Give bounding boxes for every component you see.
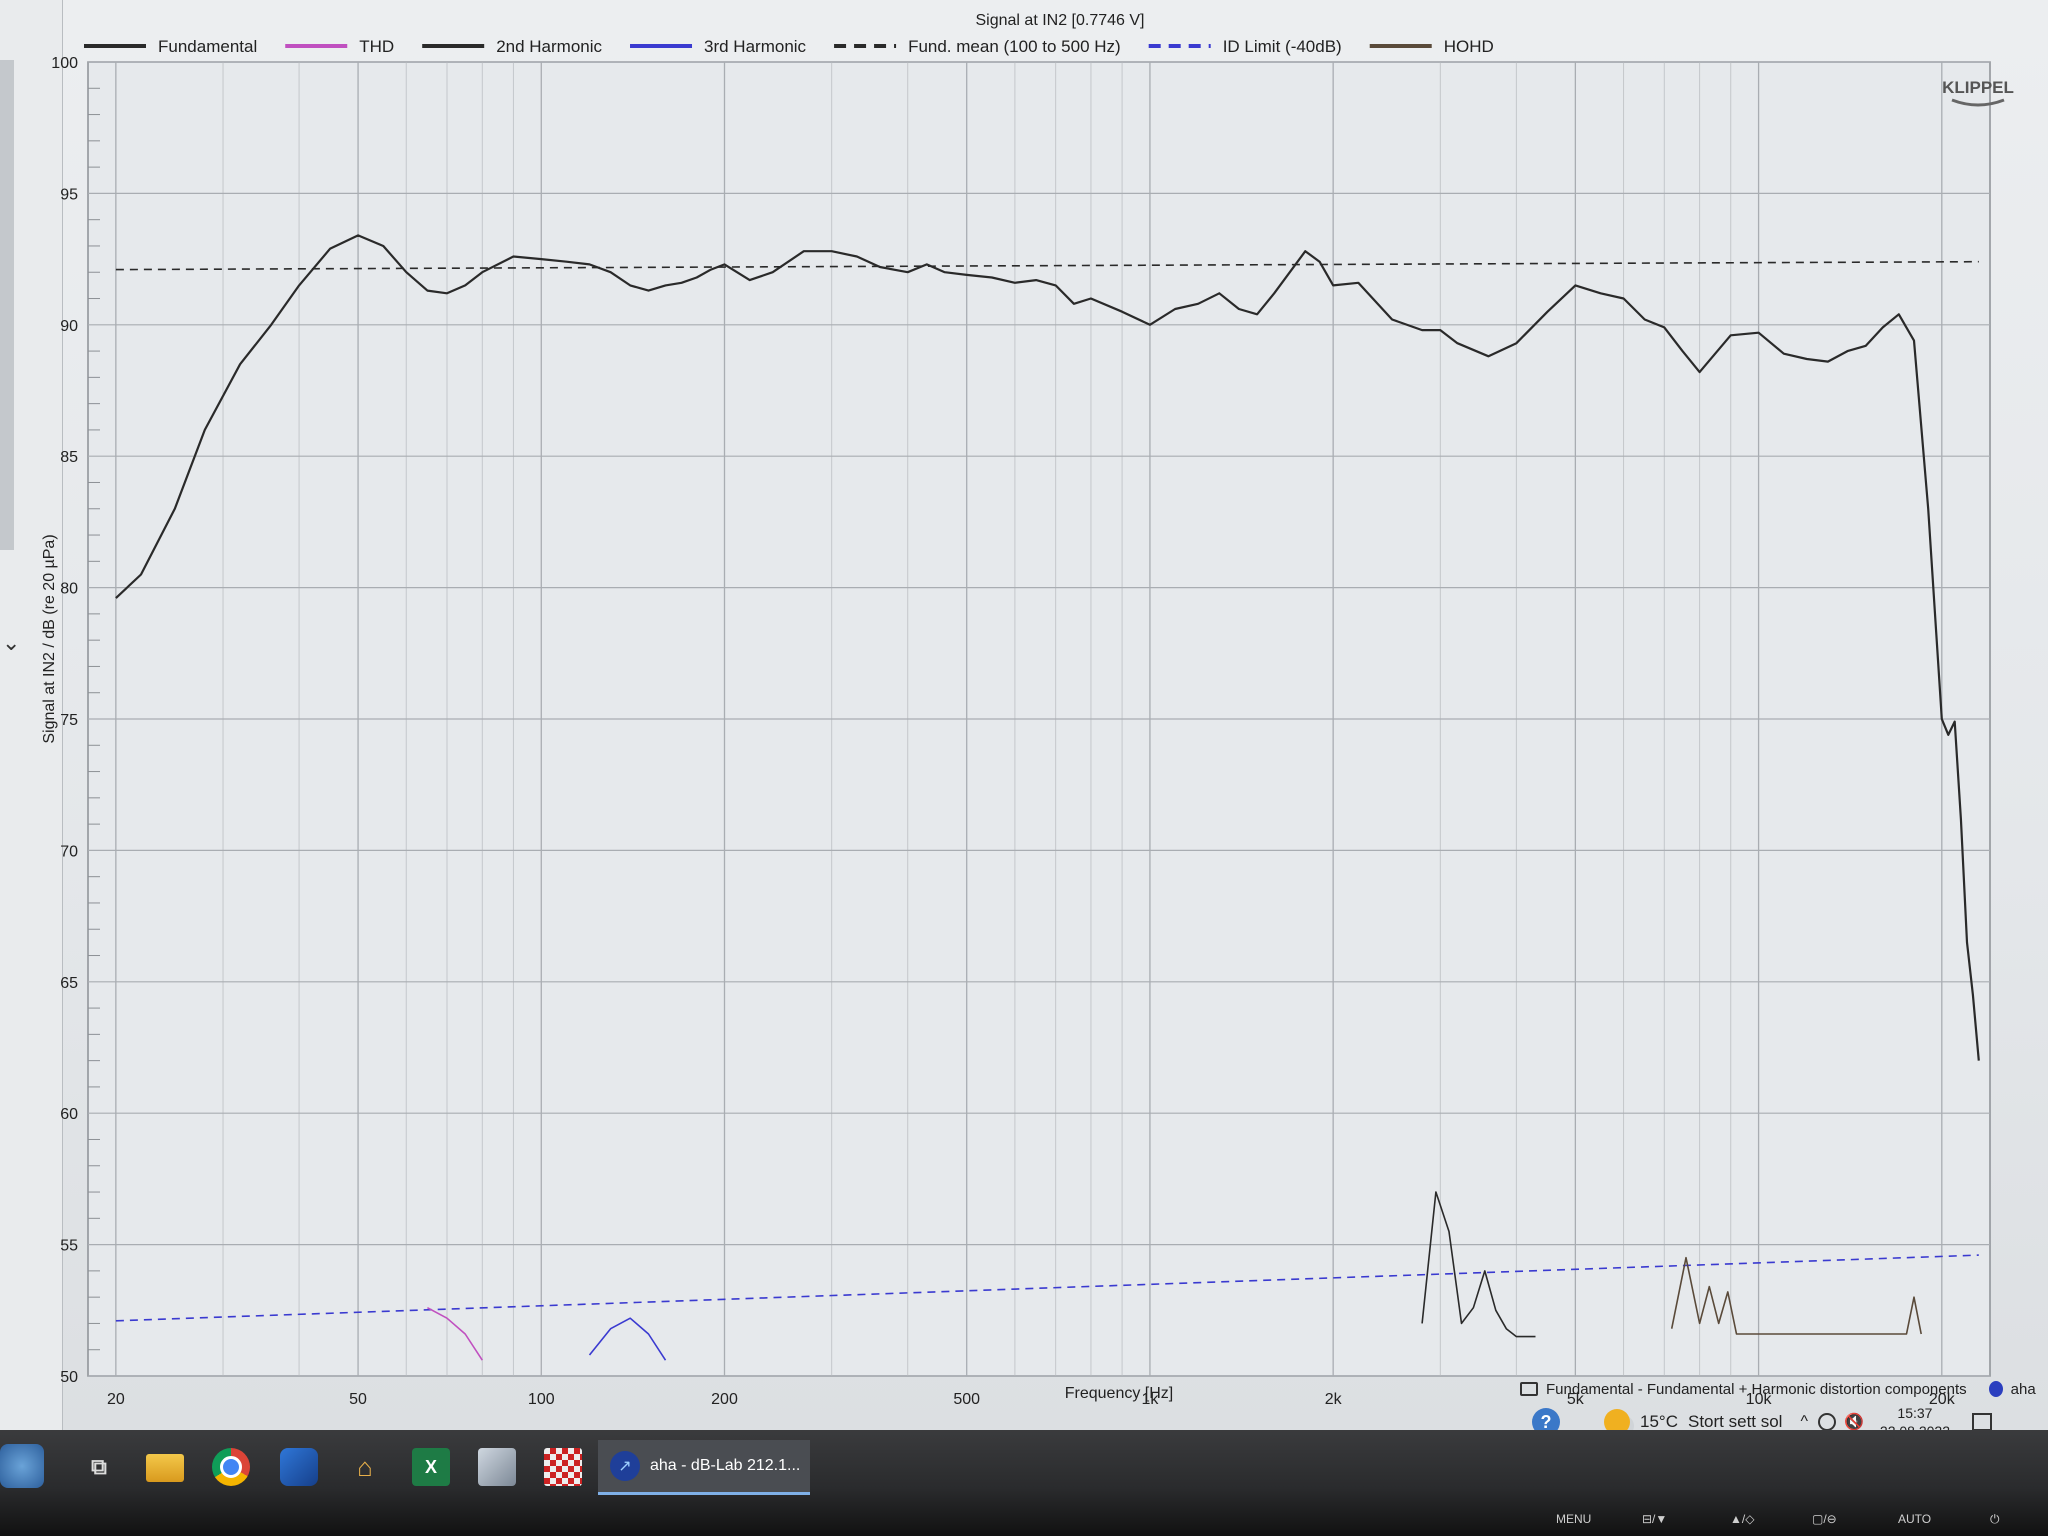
legend: Fundamental THD 2nd Harmonic 3rd Harmonic Fu… [84,37,1494,56]
x-tick-label: 20 [107,1391,125,1408]
active-task-button[interactable]: ↗ aha - dB-Lab 212.1... [598,1440,810,1495]
x-axis-label: Frequency [Hz] [1065,1385,1173,1402]
task-view-icon[interactable]: ⧉ [80,1448,118,1486]
aha-database-icon[interactable] [1988,1381,2003,1397]
grid [87,61,1991,1377]
x-tick-label: 100 [528,1391,555,1408]
file-explorer-icon[interactable] [146,1454,184,1482]
y-tick-label: 95 [60,186,78,203]
app-icon[interactable] [544,1448,582,1486]
legend-label: 2nd Harmonic [496,37,602,56]
notification-icon[interactable] [1971,1413,1992,1431]
start-button[interactable] [0,1444,44,1488]
weather-description[interactable]: Stort sett sol [1688,1412,1782,1432]
bezel-menu-button[interactable]: MENU [1556,1512,1591,1526]
volume-muted-icon[interactable]: 🔇 [1844,1412,1864,1432]
y-axis-label: Signal at IN2 / dB (re 20 µPa) [41,534,58,743]
bezel-power-button[interactable]: ⏻ [1990,1512,2000,1527]
y-tick-label: 50 [60,1369,78,1386]
folder-icon[interactable] [1520,1382,1538,1396]
y-tick-label: 75 [60,712,78,729]
chart-title: Signal at IN2 [0.7746 V] [976,12,1145,29]
x-tick-label: 500 [953,1391,980,1408]
app-icon[interactable]: ⌂ [346,1448,384,1486]
bezel-auto-button[interactable]: AUTO [1898,1512,1931,1526]
legend-label: 3rd Harmonic [704,37,807,56]
excel-icon[interactable]: X [412,1448,450,1486]
legend-label: Fundamental [158,37,257,56]
app-icon[interactable] [478,1448,516,1486]
svg-text:KLIPPEL: KLIPPEL [1942,78,2014,97]
monitor-bezel: MENU ⊟/▼ ▲/◇ ▢/⊖ AUTO ⏻ [0,1500,2048,1536]
active-task-label: aha - dB-Lab 212.1... [650,1457,801,1474]
y-tick-label: 85 [60,449,78,466]
x-tick-label: 2k [1325,1391,1343,1408]
app-icon[interactable] [280,1448,318,1486]
weather-temperature[interactable]: 15°C [1640,1412,1678,1432]
y-tick-label: 70 [60,843,78,860]
bezel-picture-button[interactable]: ▢/⊖ [1812,1512,1837,1526]
x-tick-label: 50 [349,1391,367,1408]
y-tick-label: 90 [60,318,78,335]
legend-label: HOHD [1444,37,1494,56]
chrome-icon[interactable] [212,1448,250,1486]
x-tick-label: 200 [711,1391,738,1408]
bezel-adjust-button[interactable]: ▲/◇ [1730,1512,1754,1526]
globe-icon[interactable] [1817,1413,1836,1431]
tray-expand-icon[interactable]: ^ [1800,1413,1808,1431]
y-tick-label: 65 [60,975,78,992]
bezel-input-button[interactable]: ⊟/▼ [1642,1512,1667,1526]
chart: 5055606570758085909510020 50 100 200 500 1k 2k… [41,12,2014,1408]
y-tick-label: 80 [60,581,78,598]
y-tick-label: 100 [51,55,78,72]
legend-label: THD [359,37,394,56]
status-bar: Fundamental - Fundamental + Harmonic dis… [1520,1376,2036,1402]
y-tick-label: 60 [60,1106,78,1123]
status-text: Fundamental - Fundamental + Harmonic dis… [1546,1380,1967,1398]
legend-label: Fund. mean (100 to 500 Hz) [908,37,1121,56]
legend-label: ID Limit (-40dB) [1223,37,1342,56]
y-tick-label: 55 [60,1238,78,1255]
klippel-app-icon: ↗ [610,1451,640,1481]
status-app: aha [2010,1380,2036,1398]
clock-time: 15:37 [1897,1405,1933,1421]
